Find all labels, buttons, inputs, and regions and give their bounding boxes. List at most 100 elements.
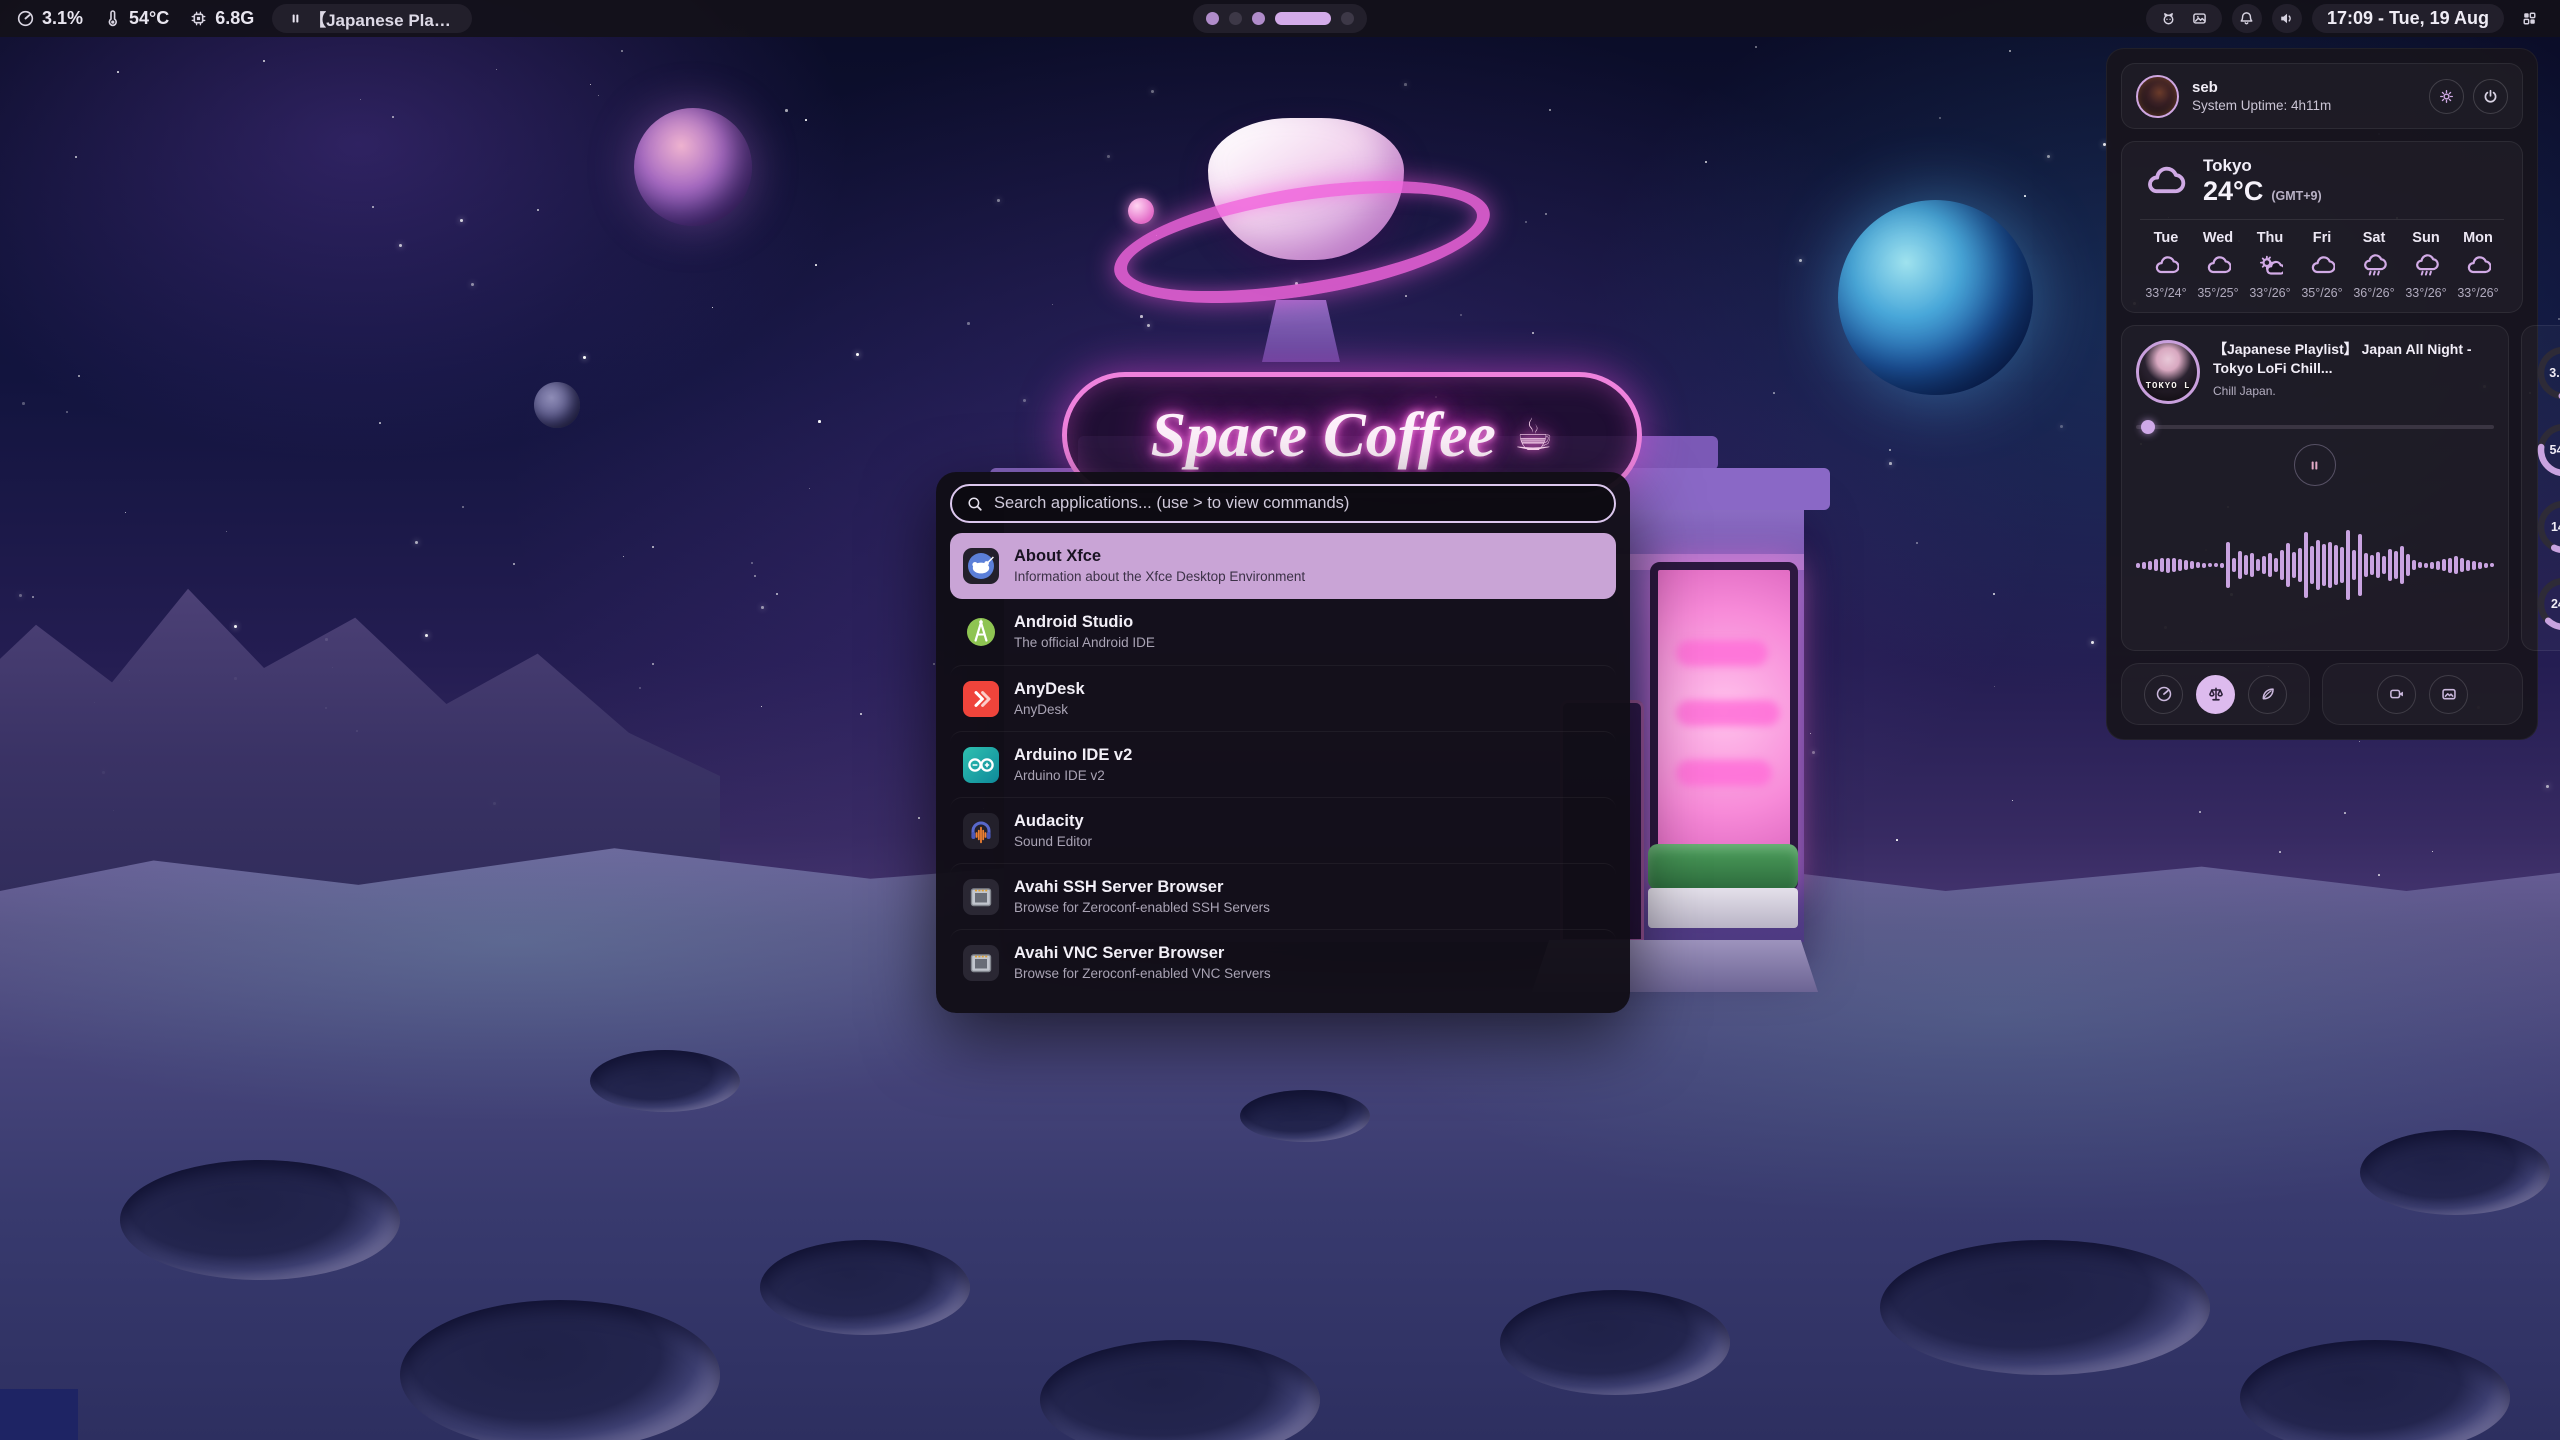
star [1151,90,1154,93]
forecast-temps: 35°/25° [2197,286,2238,300]
user-actions [2429,79,2508,114]
pause-icon [288,11,299,26]
star [1549,109,1551,111]
crater [1500,1290,1730,1395]
cloud-icon [2465,253,2491,279]
star [1773,392,1775,394]
app-name: Audacity [1014,811,1092,832]
weather-summary: Tokyo 24°C (GMT+9) [2203,156,2322,207]
seek-bar[interactable] [2136,420,2494,434]
wave-bar [2430,562,2434,569]
star [598,95,599,96]
power-profile-group [2121,663,2310,725]
network-icon [962,944,1000,982]
camera-button[interactable] [2377,675,2416,714]
screenshot-button[interactable] [2429,675,2468,714]
workspace-dot[interactable] [1206,12,1219,25]
topbar-right: 17:09 - Tue, 19 Aug [2146,4,2544,33]
wave-bar [2286,543,2290,587]
crater [2360,1130,2550,1215]
app-text: Avahi VNC Server BrowserBrowse for Zeroc… [1014,943,1271,983]
star [751,562,753,564]
star [2199,811,2201,813]
clock[interactable]: 17:09 - Tue, 19 Aug [2312,4,2504,33]
media-player-card: TOKYO L 【Japanese Playlist】 Japan All Ni… [2121,325,2509,651]
app-item[interactable]: Avahi VNC Server BrowserBrowse for Zeroc… [950,929,1616,995]
workspace-dot[interactable] [1341,12,1354,25]
wave-bar [2220,563,2224,568]
star [2378,874,2380,876]
star [263,60,265,62]
workspace-dot[interactable] [1229,12,1242,25]
window-neon-line [1676,700,1780,726]
star [1994,686,1995,687]
star [75,156,77,158]
system-stat: 54°C [103,8,169,29]
notifications-button[interactable] [2232,4,2262,33]
star [997,199,1000,202]
play-pause-button[interactable] [2294,444,2336,486]
star [754,575,756,577]
app-item[interactable]: Android StudioThe official Android IDE [950,599,1616,665]
app-item[interactable]: Avahi SSH Server BrowserBrowse for Zeroc… [950,863,1616,929]
app-name: About Xfce [1014,546,1305,567]
wave-bar [2142,562,2146,569]
power-profile-speedometer[interactable] [2144,675,2183,714]
seek-knob[interactable] [2141,420,2155,434]
app-grid-button[interactable] [2514,4,2544,33]
wave-bar [2358,534,2362,596]
wave-bar [2166,558,2170,573]
workspace-dot[interactable] [1252,12,1265,25]
wave-bar [2262,556,2266,574]
search-input[interactable] [994,494,1600,513]
earth-planet [1838,200,2033,395]
forecast-temps: 33°/26° [2405,286,2446,300]
forecast-day-label: Sat [2363,230,2386,246]
ring-planet-dot [1128,198,1154,224]
rain-icon [2361,253,2387,279]
power-button[interactable] [2473,79,2508,114]
weather-card: Tokyo 24°C (GMT+9) Tue33°/24°Wed35°/25°T… [2121,141,2523,313]
star [639,687,641,689]
wave-bar [2274,558,2278,572]
volume-button[interactable] [2272,4,2302,33]
app-item[interactable]: AnyDeskAnyDesk [950,665,1616,731]
star [1052,304,1053,305]
wave-bar [2460,558,2464,572]
forecast-day-label: Fri [2313,230,2332,246]
star [621,50,623,52]
power-profile-scales[interactable] [2196,675,2235,714]
grid-icon [2521,10,2538,27]
star [1705,161,1707,163]
forecast-day: Sat36°/26° [2348,230,2400,300]
stat-value: 3.1% [42,8,83,29]
stat-value: 54°C [129,8,169,29]
app-item[interactable]: AudacitySound Editor [950,797,1616,863]
app-item[interactable]: About XfceInformation about the Xfce Des… [950,533,1616,599]
star [1023,399,1026,402]
star [78,375,80,377]
star [815,264,817,266]
star [761,706,762,707]
star [462,506,464,508]
wave-bar [2226,542,2230,588]
workspace-dot-active[interactable] [1275,12,1331,25]
star [785,109,788,112]
wave-bar [2178,559,2182,571]
cloud-icon [2309,253,2335,279]
wave-bar [2160,558,2164,572]
now-playing-pill[interactable]: 【Japanese Playlist】 J... [272,4,472,33]
pet-icon[interactable] [2160,10,2177,27]
wallpaper-tray-icon[interactable] [2191,10,2208,27]
app-description: Arduino IDE v2 [1014,767,1132,785]
settings-button[interactable] [2429,79,2464,114]
wave-bar [2316,540,2320,590]
star [1140,315,1143,318]
power-profile-leaf[interactable] [2248,675,2287,714]
wave-bar [2190,561,2194,569]
wave-bar [2208,563,2212,567]
search-bar[interactable] [950,484,1616,523]
wave-bar [2376,552,2380,578]
star [1799,259,1802,262]
app-item[interactable]: Arduino IDE v2Arduino IDE v2 [950,731,1616,797]
